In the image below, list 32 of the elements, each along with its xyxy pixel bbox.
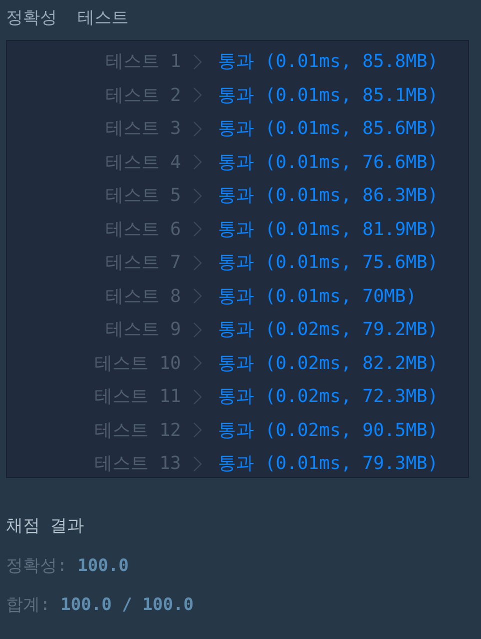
test-result: 통과 (0.01ms, 79.3MB) <box>218 452 438 476</box>
test-result: 통과 (0.01ms, 76.6MB) <box>218 150 438 175</box>
chevron-icon <box>193 287 202 306</box>
chevron-icon <box>193 120 202 138</box>
test-result: 통과 (0.01ms, 85.1MB) <box>218 84 438 108</box>
chevron-icon <box>193 153 202 172</box>
chevron-icon <box>193 254 202 272</box>
chevron-icon <box>193 320 202 339</box>
chevron-icon <box>193 186 202 205</box>
test-result: 통과 (0.02ms, 79.2MB) <box>218 318 438 342</box>
chevron-icon <box>193 421 202 440</box>
test-result: 통과 (0.01ms, 75.6MB) <box>218 251 438 276</box>
section-title: 정확성 테스트 <box>5 7 130 30</box>
test-result: 통과 (0.01ms, 70MB) <box>218 284 417 309</box>
chevron-icon <box>193 86 202 104</box>
test-result: 통과 (0.02ms, 82.2MB) <box>218 352 438 376</box>
chevron-icon <box>193 388 202 406</box>
test-result: 통과 (0.01ms, 81.9MB) <box>218 218 438 242</box>
chevron-icon <box>193 354 202 372</box>
chevron-icon <box>193 220 202 238</box>
grading-title: 채점 결과 <box>6 515 86 538</box>
score-value: 100.0 / 100.0 <box>60 595 194 615</box>
score-label: 합계: <box>6 595 50 615</box>
test-result: 통과 (0.02ms, 72.3MB) <box>218 385 438 410</box>
score-value: 100.0 <box>78 556 129 576</box>
score-label: 정확성: <box>6 556 68 576</box>
test-result: 통과 (0.02ms, 90.5MB) <box>218 418 438 443</box>
test-result: 통과 (0.01ms, 86.3MB) <box>218 184 438 208</box>
test-result: 통과 (0.01ms, 85.6MB) <box>218 117 438 142</box>
chevron-icon <box>193 52 202 71</box>
chevron-icon <box>193 454 202 473</box>
test-result: 통과 (0.01ms, 85.8MB) <box>218 50 438 74</box>
